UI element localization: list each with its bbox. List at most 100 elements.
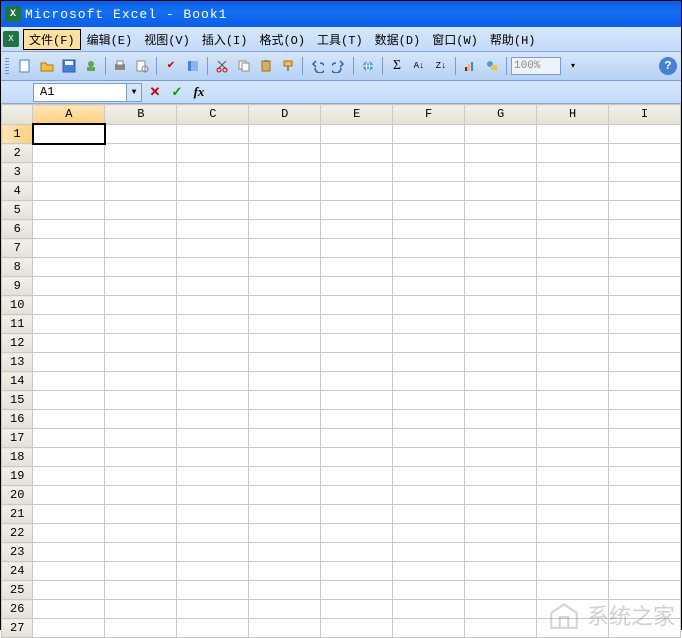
cell-D2[interactable] <box>249 144 321 163</box>
cell-A8[interactable] <box>33 258 105 277</box>
cell-F24[interactable] <box>393 562 465 581</box>
cell-D12[interactable] <box>249 334 321 353</box>
cell-F4[interactable] <box>393 182 465 201</box>
cell-H14[interactable] <box>537 372 609 391</box>
cell-H17[interactable] <box>537 429 609 448</box>
cell-H1[interactable] <box>537 124 609 144</box>
cell-A27[interactable] <box>33 619 105 638</box>
cell-H10[interactable] <box>537 296 609 315</box>
cell-E23[interactable] <box>321 543 393 562</box>
cell-E6[interactable] <box>321 220 393 239</box>
menu-file[interactable]: 文件(F) <box>23 29 81 50</box>
cell-B9[interactable] <box>105 277 177 296</box>
row-header-16[interactable]: 16 <box>2 410 33 429</box>
cell-G5[interactable] <box>465 201 537 220</box>
row-header-9[interactable]: 9 <box>2 277 33 296</box>
cell-C27[interactable] <box>177 619 249 638</box>
cell-F21[interactable] <box>393 505 465 524</box>
row-header-26[interactable]: 26 <box>2 600 33 619</box>
cell-H25[interactable] <box>537 581 609 600</box>
cell-A15[interactable] <box>33 391 105 410</box>
cell-H12[interactable] <box>537 334 609 353</box>
cell-D11[interactable] <box>249 315 321 334</box>
cell-F11[interactable] <box>393 315 465 334</box>
cell-H15[interactable] <box>537 391 609 410</box>
cell-C1[interactable] <box>177 124 249 144</box>
cell-G27[interactable] <box>465 619 537 638</box>
cell-A22[interactable] <box>33 524 105 543</box>
cell-C4[interactable] <box>177 182 249 201</box>
cell-F1[interactable] <box>393 124 465 144</box>
cell-F25[interactable] <box>393 581 465 600</box>
cell-G2[interactable] <box>465 144 537 163</box>
print-icon[interactable] <box>110 56 130 76</box>
cell-A11[interactable] <box>33 315 105 334</box>
paste-icon[interactable] <box>256 56 276 76</box>
cell-B26[interactable] <box>105 600 177 619</box>
cell-I4[interactable] <box>609 182 681 201</box>
undo-icon[interactable] <box>307 56 327 76</box>
sort-desc-icon[interactable]: Z↓ <box>431 56 451 76</box>
cell-C23[interactable] <box>177 543 249 562</box>
cell-F22[interactable] <box>393 524 465 543</box>
cell-C10[interactable] <box>177 296 249 315</box>
cell-E2[interactable] <box>321 144 393 163</box>
cell-A2[interactable] <box>33 144 105 163</box>
cell-D14[interactable] <box>249 372 321 391</box>
cell-D20[interactable] <box>249 486 321 505</box>
cell-F12[interactable] <box>393 334 465 353</box>
cell-F6[interactable] <box>393 220 465 239</box>
cell-E22[interactable] <box>321 524 393 543</box>
cell-E5[interactable] <box>321 201 393 220</box>
cell-B15[interactable] <box>105 391 177 410</box>
cell-F13[interactable] <box>393 353 465 372</box>
cell-D15[interactable] <box>249 391 321 410</box>
row-header-10[interactable]: 10 <box>2 296 33 315</box>
cell-E18[interactable] <box>321 448 393 467</box>
cell-B11[interactable] <box>105 315 177 334</box>
toolbar-grip[interactable] <box>5 58 9 74</box>
cell-D16[interactable] <box>249 410 321 429</box>
menu-window[interactable]: 窗口(W) <box>426 29 484 50</box>
cell-A7[interactable] <box>33 239 105 258</box>
cell-B3[interactable] <box>105 163 177 182</box>
cell-I7[interactable] <box>609 239 681 258</box>
research-icon[interactable] <box>183 56 203 76</box>
row-header-21[interactable]: 21 <box>2 505 33 524</box>
cell-G6[interactable] <box>465 220 537 239</box>
row-header-13[interactable]: 13 <box>2 353 33 372</box>
cell-G8[interactable] <box>465 258 537 277</box>
cell-A12[interactable] <box>33 334 105 353</box>
cell-I24[interactable] <box>609 562 681 581</box>
cell-E1[interactable] <box>321 124 393 144</box>
cell-B12[interactable] <box>105 334 177 353</box>
cell-F8[interactable] <box>393 258 465 277</box>
cell-B6[interactable] <box>105 220 177 239</box>
row-header-8[interactable]: 8 <box>2 258 33 277</box>
column-header-D[interactable]: D <box>249 105 321 125</box>
column-header-F[interactable]: F <box>393 105 465 125</box>
cell-H18[interactable] <box>537 448 609 467</box>
column-header-G[interactable]: G <box>465 105 537 125</box>
cell-E25[interactable] <box>321 581 393 600</box>
cell-A20[interactable] <box>33 486 105 505</box>
cell-H13[interactable] <box>537 353 609 372</box>
cell-D18[interactable] <box>249 448 321 467</box>
column-header-A[interactable]: A <box>33 105 105 125</box>
cell-D7[interactable] <box>249 239 321 258</box>
cell-I10[interactable] <box>609 296 681 315</box>
cell-E15[interactable] <box>321 391 393 410</box>
cell-C21[interactable] <box>177 505 249 524</box>
cell-B13[interactable] <box>105 353 177 372</box>
cell-B2[interactable] <box>105 144 177 163</box>
cell-B19[interactable] <box>105 467 177 486</box>
row-header-15[interactable]: 15 <box>2 391 33 410</box>
cell-F17[interactable] <box>393 429 465 448</box>
cell-B7[interactable] <box>105 239 177 258</box>
cell-G18[interactable] <box>465 448 537 467</box>
cell-G22[interactable] <box>465 524 537 543</box>
cell-G24[interactable] <box>465 562 537 581</box>
cell-H6[interactable] <box>537 220 609 239</box>
cell-I8[interactable] <box>609 258 681 277</box>
cell-H24[interactable] <box>537 562 609 581</box>
